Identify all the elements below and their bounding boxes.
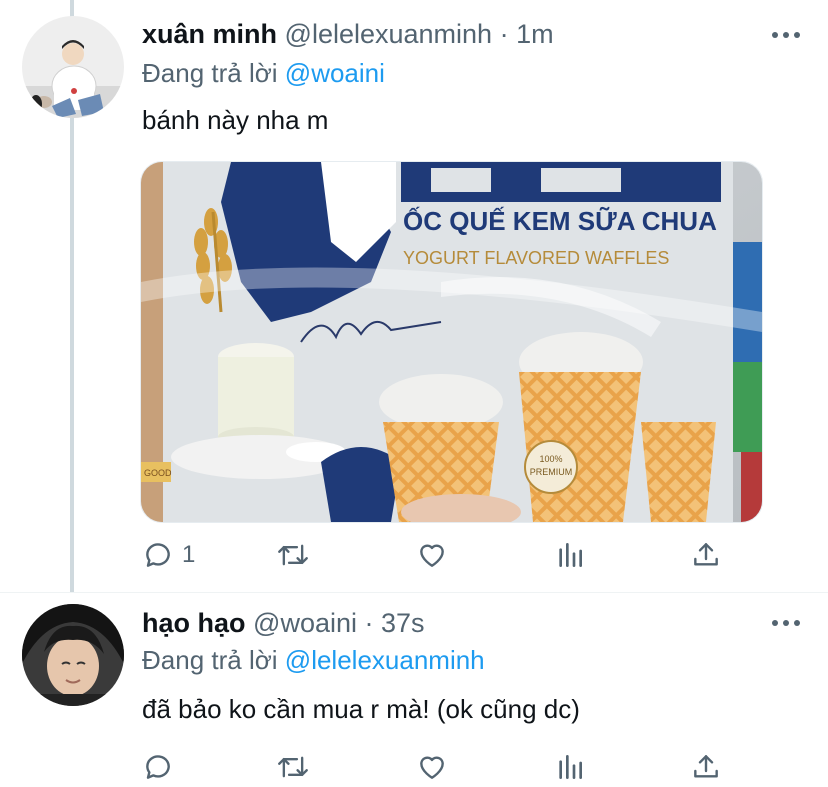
like-button[interactable] — [416, 747, 448, 787]
retweet-button[interactable] — [276, 747, 310, 787]
reply-button[interactable] — [142, 747, 174, 787]
package-title: ỐC QUẾ KEM SỮA CHUA — [403, 206, 717, 236]
reply-button[interactable]: 1 — [142, 535, 195, 575]
analytics-button[interactable] — [554, 747, 586, 787]
replying-to-label: Đang trả lời — [142, 645, 278, 675]
tweet-1: xuân minh @lelelexuanminh · 1m Đang trả … — [0, 0, 828, 590]
separator: · — [499, 19, 509, 49]
reply-icon — [146, 755, 170, 779]
user-handle[interactable]: @woaini — [253, 608, 357, 638]
corner-label: GOOD — [144, 468, 172, 478]
tweet-2: hạo hạo @woaini · 37s Đang trả lời @lele… — [0, 592, 828, 786]
tweet-text: đã bảo ko cần mua r mà! (ok cũng dc) — [142, 694, 580, 724]
share-button[interactable] — [690, 747, 722, 787]
tweet-actions: 1 — [140, 535, 780, 575]
display-name[interactable]: xuân minh — [142, 19, 277, 49]
avatar[interactable] — [22, 16, 124, 118]
retweet-icon — [278, 544, 308, 566]
timestamp[interactable]: 1m — [516, 19, 554, 49]
retweet-icon — [278, 756, 308, 778]
premium-badge-line2: PREMIUM — [530, 467, 573, 477]
tweet-actions — [140, 747, 780, 787]
reply-icon — [146, 543, 170, 567]
share-icon — [694, 755, 718, 778]
mention-link[interactable]: @woaini — [285, 58, 385, 88]
replying-to: Đang trả lời @woaini — [142, 57, 385, 89]
avatar[interactable] — [22, 604, 124, 706]
analytics-button[interactable] — [554, 535, 586, 575]
analytics-icon — [559, 755, 582, 779]
more-icon[interactable] — [772, 620, 800, 628]
reply-count: 1 — [182, 541, 196, 568]
like-icon — [420, 756, 444, 779]
display-name[interactable]: hạo hạo — [142, 608, 246, 638]
like-button[interactable] — [416, 535, 448, 575]
analytics-icon — [559, 543, 582, 567]
timestamp[interactable]: 37s — [381, 608, 425, 638]
retweet-button[interactable] — [276, 535, 310, 575]
mention-link[interactable]: @lelelexuanminh — [285, 645, 485, 675]
replying-to: Đang trả lời @lelelexuanminh — [142, 644, 485, 676]
package-subtitle: YOGURT FLAVORED WAFFLES — [403, 248, 669, 268]
tweet-header: hạo hạo @woaini · 37s — [142, 607, 425, 639]
share-icon — [694, 543, 718, 566]
like-icon — [420, 544, 444, 567]
more-icon[interactable] — [772, 32, 800, 40]
premium-badge-line1: 100% — [539, 454, 562, 464]
tweet-header: xuân minh @lelelexuanminh · 1m — [142, 18, 554, 50]
separator: · — [364, 608, 374, 638]
share-button[interactable] — [690, 535, 722, 575]
tweet-text: bánh này nha m — [142, 105, 329, 135]
user-handle[interactable]: @lelelexuanminh — [285, 19, 493, 49]
tweet-photo[interactable]: ỐC QUẾ KEM SỮA CHUA YOGURT FLAVORED WAFF… — [140, 161, 763, 523]
replying-to-label: Đang trả lời — [142, 58, 278, 88]
